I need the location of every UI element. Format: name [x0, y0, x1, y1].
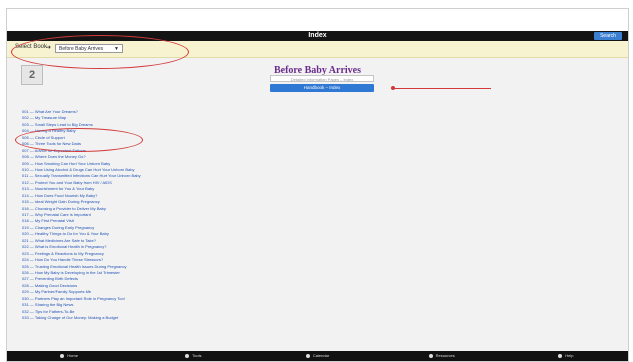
tab-label: Resources	[435, 353, 455, 358]
help-icon	[558, 353, 563, 358]
calendar-icon	[305, 353, 310, 358]
tab-home[interactable]: Home	[7, 351, 131, 361]
resources-icon	[428, 353, 433, 358]
search-button[interactable]: Search	[594, 32, 622, 40]
tab-tools[interactable]: Tools	[131, 351, 255, 361]
app-window: Index Search Select Book ➜ Before Baby A…	[6, 8, 629, 362]
annotation-circle-selector	[11, 35, 189, 69]
topic-link[interactable]: 033 — Taking Charge of Our Money: Making…	[22, 315, 322, 321]
tools-icon	[185, 353, 190, 358]
tab-help[interactable]: Help	[504, 351, 628, 361]
window-top-area	[7, 9, 628, 31]
handbook-index-button[interactable]: Handbook – Index	[270, 84, 374, 92]
tab-calendar[interactable]: Calendar	[255, 351, 379, 361]
tab-label: Home	[67, 353, 78, 358]
bottom-tab-bar: Home Tools Calendar Resources Help	[7, 351, 628, 361]
tab-label: Calendar	[312, 353, 330, 358]
home-icon	[60, 353, 65, 358]
tab-resources[interactable]: Resources	[380, 351, 504, 361]
tab-label: Help	[565, 353, 574, 358]
tab-label: Tools	[192, 353, 202, 358]
annotation-circle-topics	[15, 128, 143, 152]
detailed-pages-field[interactable]: Detailed Information Pages – Index	[270, 75, 374, 82]
annotation-pointer-line	[391, 88, 491, 89]
